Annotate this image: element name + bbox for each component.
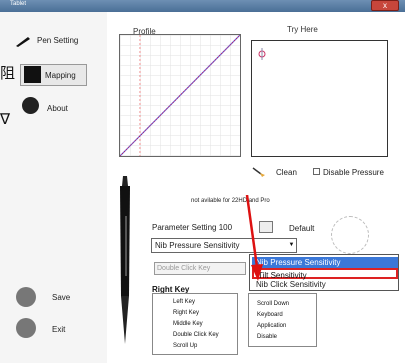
chevron-down-icon[interactable]: ▼ xyxy=(287,240,296,250)
pressure-profile-graph[interactable] xyxy=(119,34,241,157)
parameter-setting-label: Parameter Setting 100 xyxy=(152,223,232,232)
sidebar-item-mapping-label: Mapping xyxy=(45,71,76,80)
exit-button[interactable]: Exit xyxy=(52,325,65,334)
sensitivity-dropdown-list: Nib Pressure Sensitivity Tilt Sensitivit… xyxy=(249,254,399,291)
broom-icon xyxy=(252,164,266,177)
not-available-notice: not avilable for 22HD and Pro xyxy=(191,198,270,204)
default-button[interactable]: Default xyxy=(289,224,314,233)
parameter-stepper[interactable] xyxy=(259,221,273,233)
disable-pressure-label: Disable Pressure xyxy=(323,168,384,177)
save-icon[interactable] xyxy=(16,287,36,307)
title-bar: Tablet x xyxy=(0,0,405,12)
sidebar-item-pen-setting[interactable]: Pen Setting xyxy=(37,36,78,45)
pen-icon xyxy=(15,34,31,47)
try-here-area[interactable] xyxy=(251,40,388,157)
right-key-menu: Left Key Right Key Middle Key Double Cli… xyxy=(152,293,238,355)
exit-icon[interactable] xyxy=(16,318,36,338)
pen-image xyxy=(111,176,139,346)
menu-item-scroll-up[interactable]: Scroll Up xyxy=(173,343,197,349)
pen-cursor-icon xyxy=(257,47,267,60)
menu-item-left-key[interactable]: Left Key xyxy=(173,299,195,305)
window-title: Tablet xyxy=(10,1,27,7)
clean-button[interactable]: Clean xyxy=(276,168,297,177)
left-fragment-2: ∇ xyxy=(0,111,11,128)
option-nib-click-sensitivity[interactable]: Nib Click Sensitivity xyxy=(252,279,398,290)
menu-item-right-key[interactable]: Right Key xyxy=(173,310,199,316)
menu-item-keyboard[interactable]: Keyboard xyxy=(257,312,283,318)
menu-item-scroll-down[interactable]: Scroll Down xyxy=(257,301,289,307)
parameter-value: 100 xyxy=(218,223,233,232)
save-button[interactable]: Save xyxy=(52,293,70,302)
right-key-menu-extended: Scroll Down Keyboard Application Disable xyxy=(248,293,317,347)
option-nib-pressure-sensitivity[interactable]: Nib Pressure Sensitivity xyxy=(252,257,398,268)
sidebar-item-about[interactable]: About xyxy=(47,104,68,113)
double-click-key-field[interactable]: Double Click Key xyxy=(154,262,246,275)
menu-item-application[interactable]: Application xyxy=(257,323,286,329)
sensitivity-knob[interactable] xyxy=(331,216,369,254)
parameter-setting-text: Parameter Setting xyxy=(152,223,217,232)
menu-item-middle-key[interactable]: Middle Key xyxy=(173,321,203,327)
sensitivity-select[interactable]: Nib Pressure Sensitivity xyxy=(151,238,297,253)
tablet-settings-window: Tablet x 阻 ∇ Pen Setting Mapping About S… xyxy=(0,0,405,363)
about-icon xyxy=(22,97,39,114)
try-here-label: Try Here xyxy=(287,25,318,34)
left-fragment-1: 阻 xyxy=(0,65,16,82)
menu-item-disable[interactable]: Disable xyxy=(257,334,277,340)
option-tilt-sensitivity[interactable]: Tilt Sensitivity xyxy=(252,268,398,280)
mapping-icon xyxy=(24,66,41,83)
close-button[interactable]: x xyxy=(371,0,399,11)
disable-pressure-checkbox[interactable] xyxy=(313,168,320,175)
menu-item-double-click-key[interactable]: Double Click Key xyxy=(173,332,219,338)
